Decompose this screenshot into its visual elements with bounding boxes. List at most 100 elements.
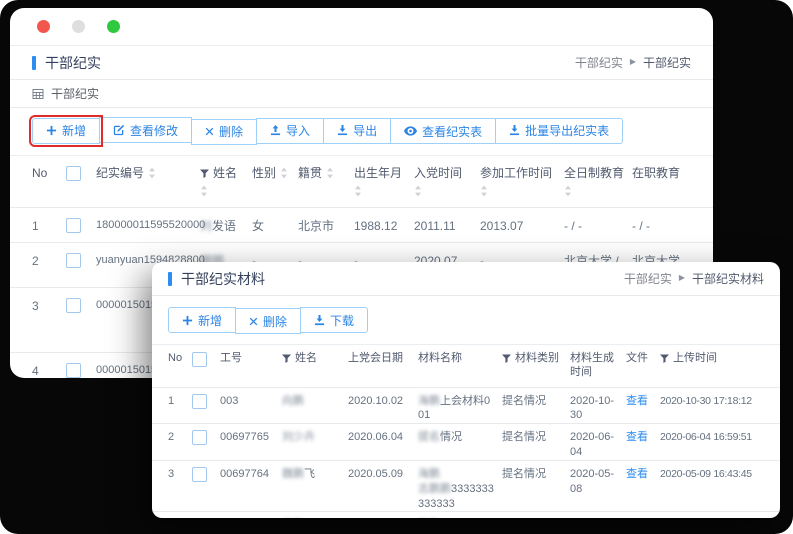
button-label: 新增 [62, 122, 86, 139]
column-header-generated_date: 材料生成时间 [570, 345, 626, 387]
view-edit-button[interactable]: 查看修改 [99, 117, 192, 143]
view-record-table-button[interactable]: 查看纪实表 [390, 118, 496, 144]
batch-export-button[interactable]: 批量导出纪实表 [495, 118, 623, 144]
column-header-party_date[interactable]: 入党时间 [414, 156, 480, 207]
column-header-work_date[interactable]: 参加工作时间 [480, 156, 564, 207]
cell-meeting_date: 2020.05.09 [348, 461, 418, 482]
cell-upload_time: 2020-03-04 13:44:28 [660, 512, 764, 518]
cell-onjob_edu: - / - [632, 208, 688, 234]
cell-name: 向鹏 [282, 388, 348, 409]
cell-text: 情况 [440, 431, 462, 443]
export-button[interactable]: 导出 [323, 118, 391, 144]
column-label: 入党时间 [414, 166, 462, 181]
cell-native_place: 北京市 [298, 208, 354, 234]
cell-cb [192, 512, 220, 518]
row-checkbox[interactable] [192, 430, 207, 445]
view-file-link[interactable]: 查看 [626, 395, 648, 407]
cell-generated_date: 2020-10-30 [570, 388, 626, 424]
page-title: 干部纪实 [45, 53, 101, 73]
row-checkbox[interactable] [66, 363, 81, 378]
button-label: 新增 [198, 312, 222, 329]
window-titlebar [10, 8, 713, 46]
add-button[interactable]: 新增 [32, 118, 100, 144]
cell-file: 查看 [626, 461, 660, 482]
breadcrumb-item[interactable]: 干部纪实 [575, 54, 623, 71]
row-checkbox[interactable] [192, 467, 207, 482]
column-label: 参加工作时间 [480, 166, 552, 181]
download-icon [314, 315, 325, 326]
table-row: 200697765刘少卉2020.06.04提名情况提名情况2020-06-04… [152, 424, 780, 461]
import-button[interactable]: 导入 [256, 118, 324, 144]
row-checkbox[interactable] [66, 298, 81, 313]
delete-button[interactable]: 删除 [235, 308, 301, 334]
cell-job_no: 00697764 [220, 461, 282, 482]
column-label: 上传时间 [673, 352, 717, 366]
cell-birth_date: 1988.12 [354, 208, 414, 234]
breadcrumb-separator-icon: ▶ [630, 57, 636, 66]
column-header-fulltime_edu[interactable]: 全日制教育 [564, 156, 632, 207]
cell-record_no: 180000011595520000 [96, 208, 200, 233]
download-button[interactable]: 下载 [300, 307, 368, 333]
sort-carets-icon [280, 167, 288, 179]
cell-work_date: 2013.07 [480, 208, 564, 234]
button-label: 删除 [263, 313, 287, 330]
cell-job_no: 00697765 [220, 424, 282, 445]
column-label: 纪实编号 [96, 166, 144, 181]
close-light[interactable] [37, 20, 50, 33]
cell-meeting_date: 2020.10.02 [348, 388, 418, 409]
table-header-row: No纪实编号姓名性别籍贯出生年月入党时间参加工作时间全日制教育在职教育 [10, 156, 713, 208]
row-checkbox[interactable] [66, 253, 81, 268]
view-file-link[interactable]: 查看 [626, 431, 648, 443]
select-all-checkbox[interactable] [192, 352, 207, 367]
cell-job_no: 00697764 [220, 512, 282, 518]
add-button[interactable]: 新增 [168, 307, 236, 333]
filter-funnel-icon [502, 354, 511, 363]
filter-funnel-icon [660, 354, 669, 363]
column-label: 材料生成时间 [570, 352, 620, 380]
breadcrumb: 干部纪实 ▶ 干部纪实材料 [624, 270, 764, 287]
button-label: 导出 [353, 122, 377, 139]
column-label: 出生年月 [354, 166, 402, 181]
row-checkbox[interactable] [66, 218, 81, 233]
download-icon [337, 125, 348, 136]
column-header-birth_date[interactable]: 出生年月 [354, 156, 414, 207]
column-header-gender[interactable]: 性别 [252, 156, 298, 191]
cell-cb [192, 388, 220, 414]
title-accent-bar [168, 272, 172, 286]
cell-upload_time: 2020-10-30 17:18:12 [660, 388, 764, 408]
plus-icon [182, 315, 193, 326]
cell-file: 查看 [626, 388, 660, 409]
column-header-material_name: 材料名称 [418, 345, 502, 373]
cell-upload_time: 2020-05-09 16:43:45 [660, 461, 764, 481]
cell-category: 提名情况 [502, 388, 570, 409]
view-file-link[interactable]: 查看 [626, 468, 648, 480]
row-checkbox[interactable] [192, 394, 207, 409]
cell-name: 温鹏飞 [282, 512, 348, 518]
title-accent-bar [32, 56, 36, 70]
column-header-onjob_edu: 在职教育 [632, 156, 688, 191]
cell-fulltime_edu: - / - [564, 208, 632, 234]
cell-upload_time: 2020-06-04 16:59:51 [660, 424, 764, 444]
column-header-record_no[interactable]: 纪实编号 [96, 156, 200, 191]
cell-party_date: 2011.11 [414, 208, 480, 234]
column-header-category[interactable]: 材料类别 [502, 345, 570, 373]
redacted-text: 海鹏 [418, 468, 440, 480]
button-label: 删除 [219, 123, 243, 140]
cell-material_name: 鹏鹏测试 [418, 512, 502, 518]
zoom-light[interactable] [107, 20, 120, 33]
filter-funnel-icon [282, 354, 291, 363]
select-all-checkbox[interactable] [66, 166, 81, 181]
breadcrumb: 干部纪实 ▶ 干部纪实 [575, 54, 691, 71]
cell-category: 提名情况 [502, 424, 570, 445]
cell-meeting_date: 2020.06.04 [348, 424, 418, 445]
column-header-name[interactable]: 姓名 [200, 156, 252, 207]
cell-no: 4 [168, 512, 192, 518]
column-header-name[interactable]: 姓名 [282, 345, 348, 373]
delete-button[interactable]: 删除 [191, 119, 257, 145]
column-header-upload_time[interactable]: 上传时间 [660, 345, 764, 373]
column-header-native_place[interactable]: 籍贯 [298, 156, 354, 191]
minimize-light[interactable] [72, 20, 85, 33]
breadcrumb-item[interactable]: 干部纪实 [624, 270, 672, 287]
screenshot-canvas: 干部纪实 干部纪实 ▶ 干部纪实 干部纪实 新增查看修改删除导入导出查看纪实表批… [0, 0, 793, 534]
column-label: 材料名称 [418, 352, 462, 366]
